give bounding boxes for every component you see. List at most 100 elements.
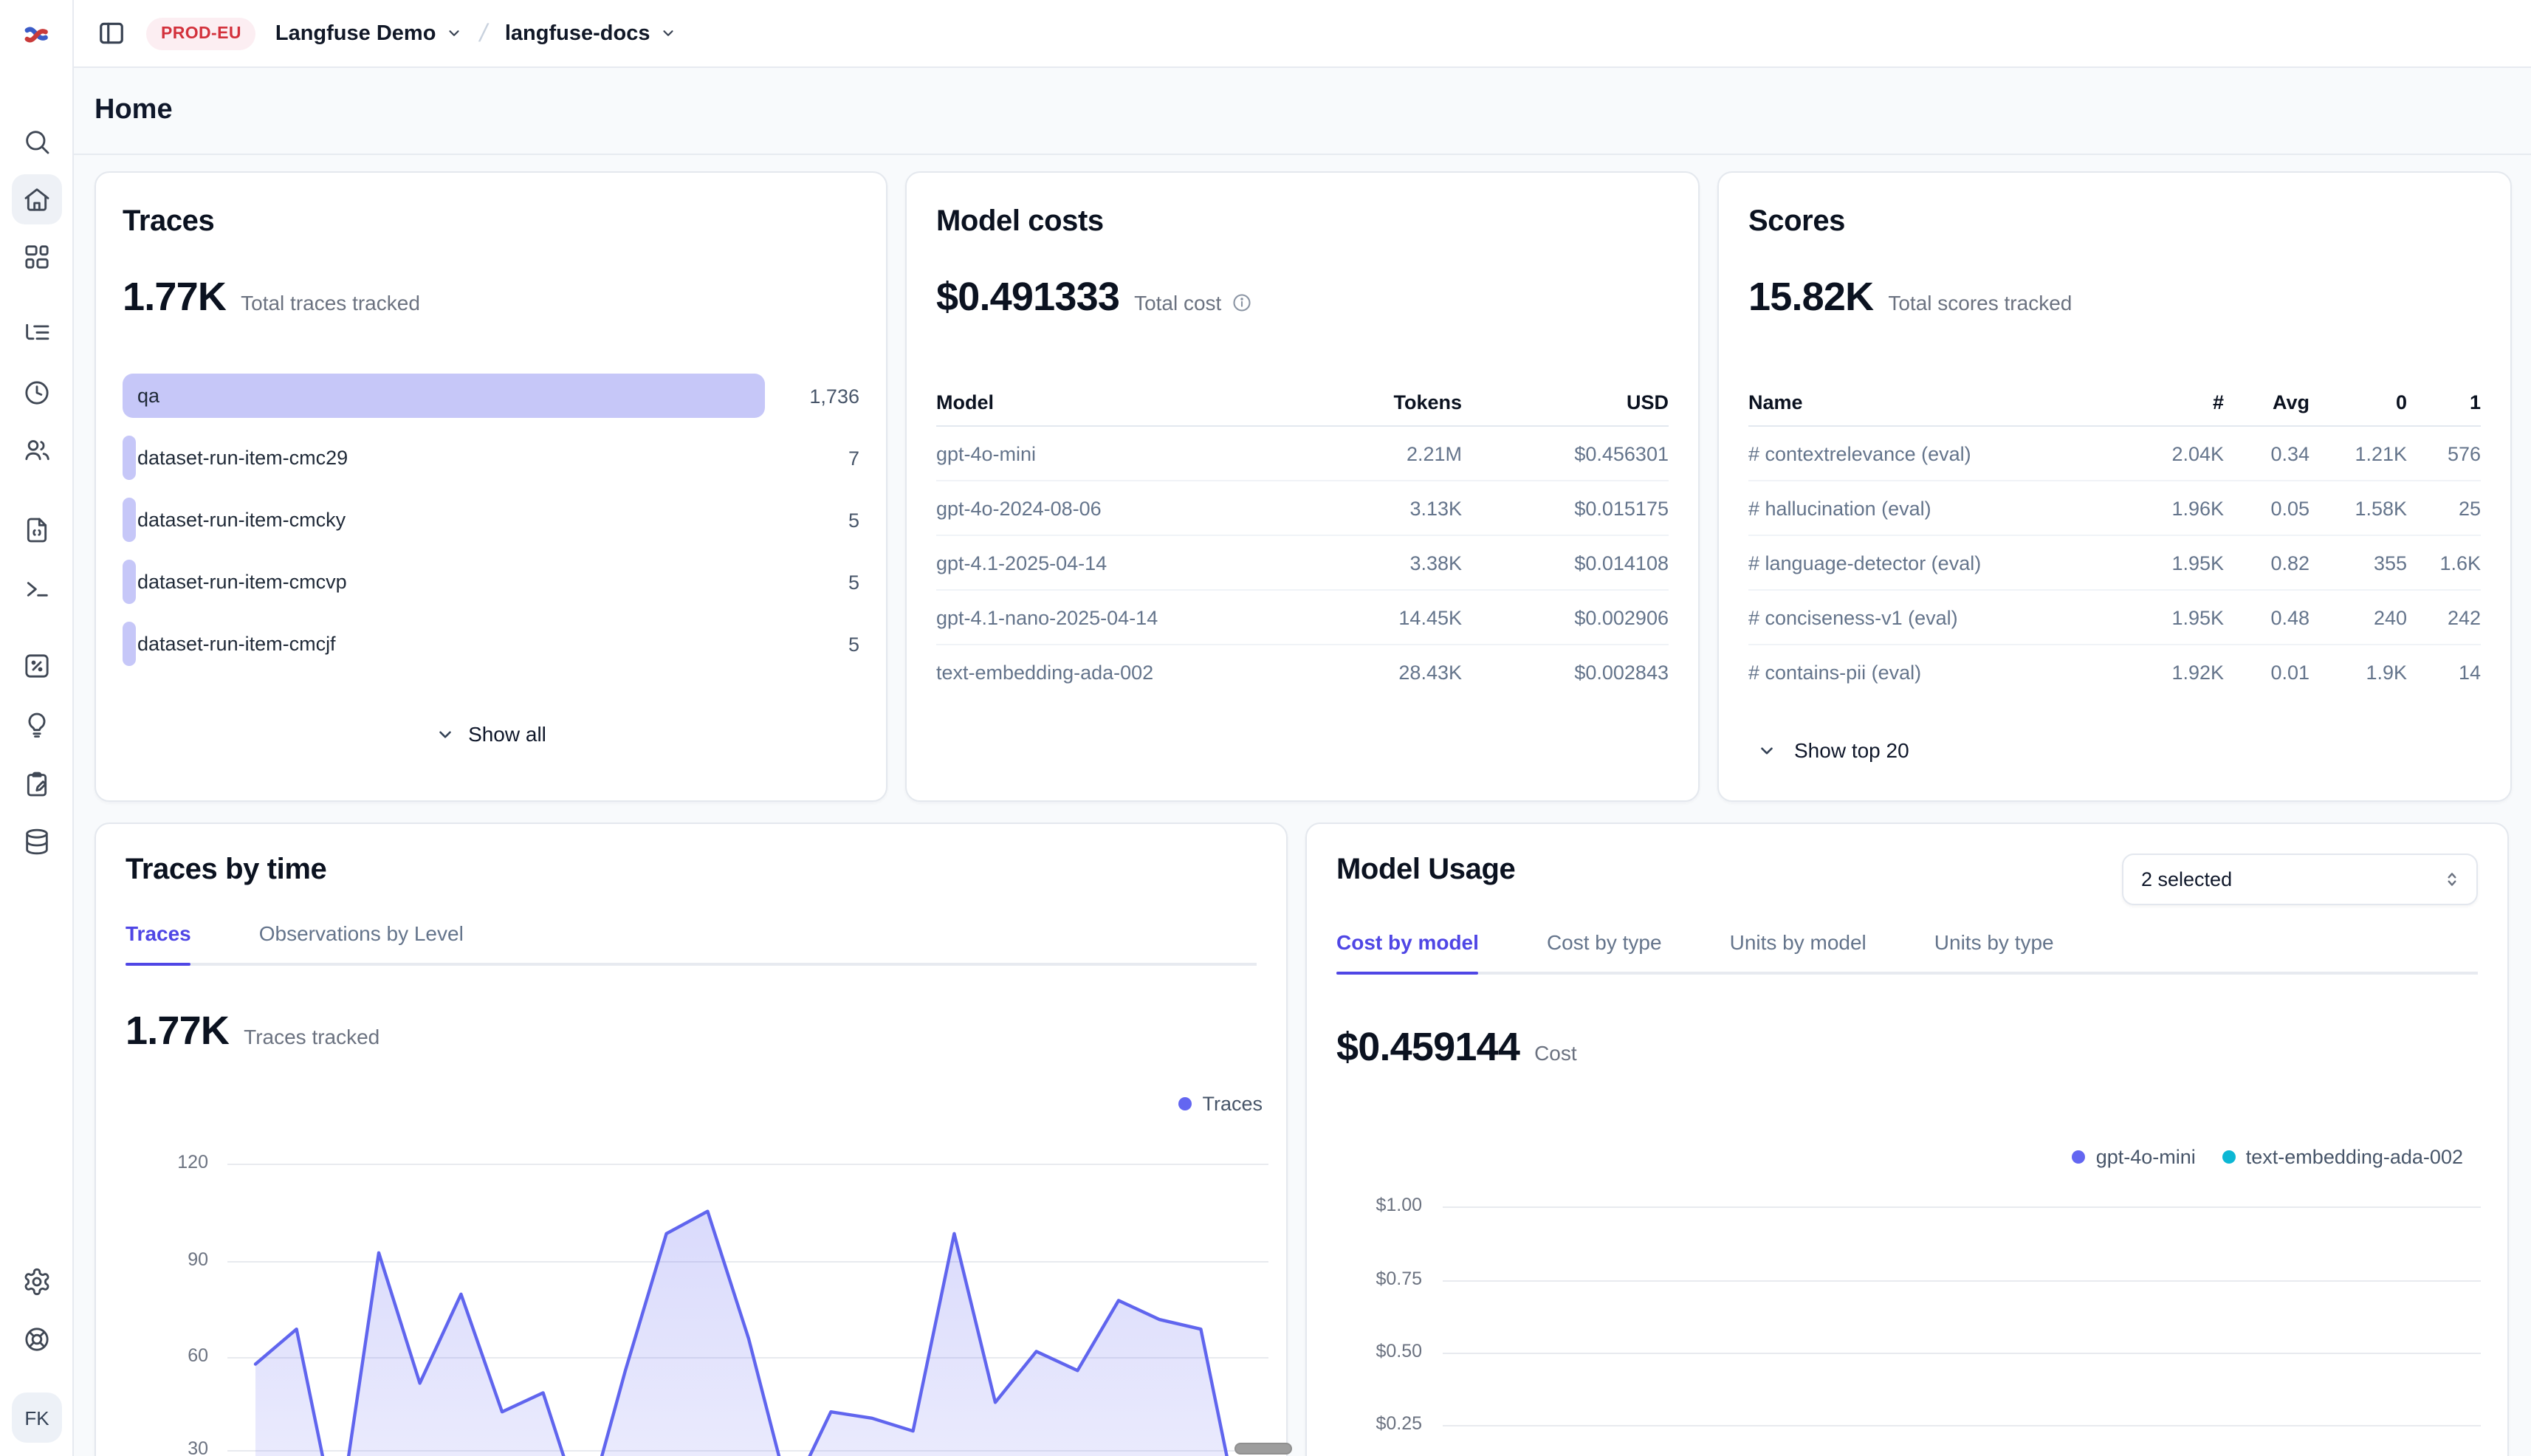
- show-all-button[interactable]: Show all: [123, 722, 859, 746]
- legend-item[interactable]: text-embedding-ada-002: [2222, 1146, 2463, 1168]
- show-top-20-label: Show top 20: [1794, 738, 1909, 762]
- card-title: Model costs: [936, 205, 1669, 239]
- sidebar-item-support[interactable]: [11, 1314, 61, 1364]
- sidebar-item-users[interactable]: [11, 425, 61, 475]
- table-cell: 3.13K: [1299, 497, 1462, 519]
- traces-tracked-value: 1.77K: [126, 1009, 229, 1054]
- table-cell: 242: [2407, 606, 2481, 628]
- gridline: [1443, 1280, 2481, 1282]
- tab-cost-by-model[interactable]: Cost by model: [1336, 930, 1479, 972]
- usage-cost-value: $0.459144: [1336, 1025, 1519, 1071]
- legend-label: gpt-4o-mini: [2096, 1146, 2196, 1168]
- environment-badge: PROD-EU: [146, 17, 256, 49]
- table-row: # hallucination (eval)1.96K0.051.58K25: [1748, 481, 2481, 536]
- sidebar-item-search[interactable]: [11, 117, 61, 167]
- model-select-value: 2 selected: [2141, 868, 2232, 890]
- table-cell: 1.21K: [2310, 442, 2407, 464]
- trace-bar: [123, 436, 136, 480]
- terminal-icon: [21, 574, 51, 604]
- model-select-dropdown[interactable]: 2 selected: [2122, 854, 2478, 905]
- column-header: 0: [2310, 391, 2407, 413]
- model-costs-table-head: ModelTokensUSD: [936, 380, 1669, 427]
- chevrons-up-down-icon: [2442, 870, 2462, 889]
- tab-traces[interactable]: Traces: [126, 921, 191, 963]
- sidebar-item-dashboards[interactable]: [11, 232, 61, 282]
- horizontal-scrollbar-thumb[interactable]: [1234, 1443, 1292, 1455]
- trace-row-label: dataset-run-item-cmc29: [137, 447, 348, 469]
- sidebar-item-sessions[interactable]: [11, 368, 61, 418]
- chevron-down-icon: [660, 25, 676, 41]
- traces-tracked-label: Traces tracked: [244, 1025, 380, 1048]
- trace-row-count: 5: [765, 509, 859, 531]
- show-top-20-button[interactable]: Show top 20: [1748, 738, 2481, 762]
- gridline: [1443, 1425, 2481, 1426]
- table-cell: 2.04K: [2118, 442, 2224, 464]
- table-cell: 1.9K: [2310, 662, 2407, 684]
- sidebar-toggle-button[interactable]: [97, 19, 126, 47]
- table-row: gpt-4o-mini2.21M$0.456301: [936, 427, 1669, 481]
- clock-icon: [21, 378, 51, 408]
- org-name: Langfuse Demo: [275, 21, 436, 45]
- card-title: Model Usage: [1336, 854, 1515, 887]
- y-axis-tick: $0.75: [1336, 1268, 1422, 1289]
- info-icon[interactable]: [1232, 292, 1252, 313]
- table-row: # language-detector (eval)1.95K0.823551.…: [1748, 536, 2481, 591]
- legend-dot: [2222, 1150, 2236, 1164]
- legend-label: text-embedding-ada-002: [2246, 1146, 2463, 1168]
- sidebar-item-datasets[interactable]: [11, 759, 61, 809]
- lightbulb-icon: [21, 710, 51, 740]
- sidebar: FK: [0, 0, 74, 1456]
- tab-cost-by-type[interactable]: Cost by type: [1547, 930, 1662, 972]
- page-title: Home: [95, 95, 173, 127]
- user-avatar[interactable]: FK: [12, 1393, 62, 1443]
- table-cell: 14: [2407, 662, 2481, 684]
- table-cell: 1.92K: [2118, 662, 2224, 684]
- trace-row: dataset-run-item-cmcky 5: [123, 498, 859, 542]
- sidebar-item-tracing[interactable]: [11, 309, 61, 359]
- y-axis-tick: $1.00: [1336, 1195, 1422, 1215]
- trace-bar-track: dataset-run-item-cmcky: [123, 498, 765, 542]
- sidebar-item-database[interactable]: [11, 817, 61, 867]
- trace-row-label: dataset-run-item-cmcky: [137, 509, 346, 531]
- y-axis-tick: 90: [126, 1249, 208, 1270]
- project-selector[interactable]: langfuse-docs: [505, 21, 677, 45]
- sidebar-item-settings[interactable]: [11, 1257, 61, 1307]
- list-tree-icon: [21, 319, 51, 348]
- table-cell: $0.014108: [1462, 552, 1669, 574]
- table-row: # conciseness-v1 (eval)1.95K0.48240242: [1748, 591, 2481, 645]
- card-title: Traces by time: [126, 854, 326, 887]
- legend-item[interactable]: gpt-4o-mini: [2072, 1146, 2196, 1168]
- sidebar-item-evaluation[interactable]: [11, 641, 61, 691]
- traces-bar-list: qa1,736 dataset-run-item-cmc29 7 dataset-ru…: [123, 374, 859, 666]
- tab-observations-by-level[interactable]: Observations by Level: [259, 921, 464, 963]
- table-cell: 25: [2407, 497, 2481, 519]
- table-row: gpt-4o-2024-08-063.13K$0.015175: [936, 481, 1669, 536]
- tab-units-by-type[interactable]: Units by type: [1934, 930, 2054, 972]
- legend-label: Traces: [1202, 1093, 1263, 1115]
- gear-icon: [21, 1267, 51, 1297]
- table-row: gpt-4.1-2025-04-143.38K$0.014108: [936, 536, 1669, 591]
- scores-total-label: Total scores tracked: [1888, 291, 2072, 315]
- chevron-down-icon: [1757, 741, 1776, 760]
- sidebar-item-home[interactable]: [11, 174, 61, 224]
- sidebar-item-annotation[interactable]: [11, 700, 61, 750]
- legend-dot: [2072, 1150, 2086, 1164]
- search-icon: [21, 127, 51, 157]
- org-selector[interactable]: Langfuse Demo: [275, 21, 463, 45]
- trace-row: qa1,736: [123, 374, 859, 418]
- legend-item[interactable]: Traces: [1178, 1093, 1263, 1115]
- sidebar-item-prompts[interactable]: [11, 505, 61, 555]
- y-axis-tick: $0.25: [1336, 1413, 1422, 1434]
- tab-units-by-model[interactable]: Units by model: [1730, 930, 1867, 972]
- y-axis-tick: 120: [126, 1152, 208, 1172]
- langfuse-logo[interactable]: [11, 9, 61, 59]
- trace-row-count: 5: [765, 633, 859, 655]
- sidebar-item-playground[interactable]: [11, 564, 61, 614]
- table-cell: 1.95K: [2118, 606, 2224, 628]
- content-area: Traces 1.77K Total traces tracked qa1,73…: [74, 155, 2531, 1456]
- trace-row-count: 7: [765, 447, 859, 469]
- table-cell: $0.002906: [1462, 606, 1669, 628]
- table-row: gpt-4.1-nano-2025-04-1414.45K$0.002906: [936, 591, 1669, 645]
- model-usage-tabs: Cost by model Cost by type Units by model U…: [1336, 930, 2478, 975]
- clipboard-pen-icon: [21, 769, 51, 799]
